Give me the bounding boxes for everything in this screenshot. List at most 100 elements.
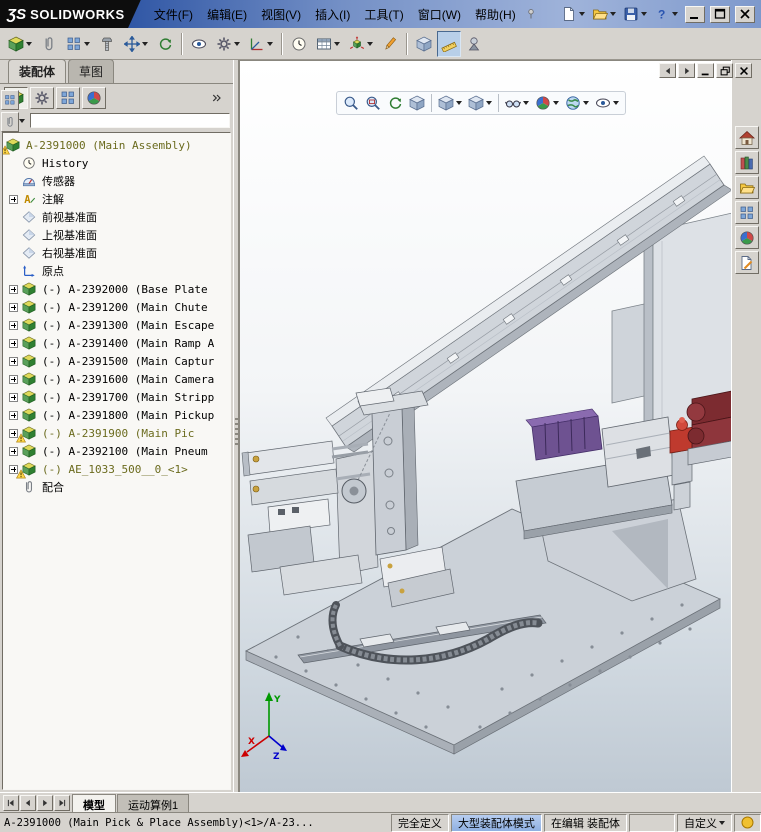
tree-item-component-warning[interactable]: (-) AE_1033_500__0_<1> [6,460,230,478]
tree-item-component[interactable]: (-) A-2391700 (Main Stripp [6,388,230,406]
mass-properties-button[interactable] [462,31,486,57]
splitter-grip[interactable] [235,418,238,446]
rotate-component-button[interactable] [153,31,177,57]
zoom-fit-button[interactable] [341,93,361,113]
expand-toggle[interactable] [9,356,18,366]
tree-item-mates[interactable]: 配合 [6,478,230,496]
propertymanager-tab[interactable] [30,86,54,109]
tree-item-right-plane[interactable]: 右视基准面 [6,244,230,262]
side-toolbar-button-1[interactable] [1,90,19,110]
tab-sketch[interactable]: 草图 [68,59,115,83]
tab-assembly[interactable]: 装配体 [8,59,67,83]
edit-appearance-button[interactable] [533,93,561,113]
tab-motion-study-1[interactable]: 运动算例1 [117,793,190,812]
menu-window[interactable]: 窗口(W) [411,3,468,26]
previous-document-button[interactable] [659,63,676,78]
menu-tools[interactable]: 工具(T) [357,3,410,26]
tree-item-component[interactable]: (-) A-2391400 (Main Ramp A [6,334,230,352]
menu-insert[interactable]: 插入(I) [308,3,357,26]
3d-model-view[interactable]: Y X Z [240,61,731,792]
zoom-area-button[interactable] [363,93,383,113]
tree-item-front-plane[interactable]: 前视基准面 [6,208,230,226]
open-document-button[interactable] [590,4,618,24]
quick-tips-button[interactable] [734,813,761,832]
custom-properties-button[interactable] [734,251,759,274]
insert-components-button[interactable] [4,31,36,57]
first-tab-button[interactable] [3,794,19,811]
side-toolbar-button-2[interactable] [1,112,19,132]
maximize-button[interactable] [710,5,730,23]
appearances-button[interactable] [734,226,759,249]
new-motion-study-button[interactable] [287,31,311,57]
expand-toggle[interactable] [9,374,18,384]
previous-tab-button[interactable] [20,794,36,811]
tree-root-item[interactable]: A-2391000 (Main Assembly) [6,136,230,154]
help-button[interactable] [652,4,680,24]
expand-toggle[interactable] [9,410,18,420]
tree-item-component-warning[interactable]: (-) A-2391900 (Main Pic [6,424,230,442]
measure-button[interactable] [437,30,461,57]
view-settings-button[interactable] [593,93,621,113]
move-component-button[interactable] [120,31,152,57]
menu-view[interactable]: 视图(V) [254,3,308,26]
expand-toggle[interactable] [9,320,18,330]
document-restore-button[interactable] [716,63,733,78]
save-button[interactable] [621,4,649,24]
tree-item-component[interactable]: (-) A-2391200 (Main Chute [6,298,230,316]
bill-of-materials-button[interactable] [312,31,344,57]
filter-input[interactable] [30,113,230,128]
expand-toggle[interactable] [9,392,18,402]
tree-item-component[interactable]: (-) A-2392000 (Base Plate [6,280,230,298]
tree-item-component[interactable]: (-) A-2391300 (Main Escape [6,316,230,334]
close-button[interactable] [735,5,755,23]
solidworks-resources-button[interactable] [734,126,759,149]
display-style-button[interactable] [466,93,494,113]
tree-item-history[interactable]: History [6,154,230,172]
apply-scene-button[interactable] [563,93,591,113]
expand-flyout-button[interactable] [205,87,229,109]
graphics-area[interactable]: Y X Z [239,60,731,792]
expand-toggle[interactable] [9,284,18,294]
tree-item-component[interactable]: (-) A-2392100 (Main Pneum [6,442,230,460]
interference-detection-button[interactable] [412,31,436,57]
menu-edit[interactable]: 编辑(E) [200,3,254,26]
last-tab-button[interactable] [54,794,70,811]
smart-fasteners-button[interactable] [95,31,119,57]
tree-item-annotations[interactable]: 注解 [6,190,230,208]
expand-toggle[interactable] [9,302,18,312]
hide-show-items-button[interactable] [503,93,531,113]
next-document-button[interactable] [678,63,695,78]
next-tab-button[interactable] [37,794,53,811]
document-minimize-button[interactable] [697,63,714,78]
status-large-assembly-mode[interactable]: 大型装配体模式 [450,813,542,832]
expand-toggle[interactable] [9,194,18,204]
assembly-features-button[interactable] [212,31,244,57]
configurationmanager-tab[interactable] [56,86,80,109]
linear-component-pattern-button[interactable] [62,31,94,57]
new-document-button[interactable] [559,4,587,24]
view-orientation-button[interactable] [436,93,464,113]
pick-place-station[interactable] [241,440,455,608]
tree-item-sensors[interactable]: 传感器 [6,172,230,190]
expand-toggle[interactable] [9,446,18,456]
status-custom-dropdown[interactable]: 自定义 [677,813,732,832]
menu-file[interactable]: 文件(F) [147,3,200,26]
design-library-button[interactable] [734,151,759,174]
tree-item-origin[interactable]: 原点 [6,262,230,280]
document-close-button[interactable] [735,63,752,78]
minimize-button[interactable] [685,5,705,23]
show-hidden-components-button[interactable] [187,31,211,57]
explode-line-sketch-button[interactable] [378,31,402,57]
menu-help[interactable]: 帮助(H) [468,3,523,26]
expand-toggle[interactable] [9,338,18,348]
mate-button[interactable] [37,31,61,57]
section-view-button[interactable] [407,93,427,113]
file-explorer-button[interactable] [734,176,759,199]
pin-menu-button[interactable] [523,3,539,26]
displaymanager-tab[interactable] [82,86,106,109]
reference-geometry-button[interactable] [245,31,277,57]
previous-view-button[interactable] [385,93,405,113]
tree-item-component[interactable]: (-) A-2391600 (Main Camera [6,370,230,388]
exploded-view-button[interactable] [345,31,377,57]
tab-model[interactable]: 模型 [72,793,116,812]
